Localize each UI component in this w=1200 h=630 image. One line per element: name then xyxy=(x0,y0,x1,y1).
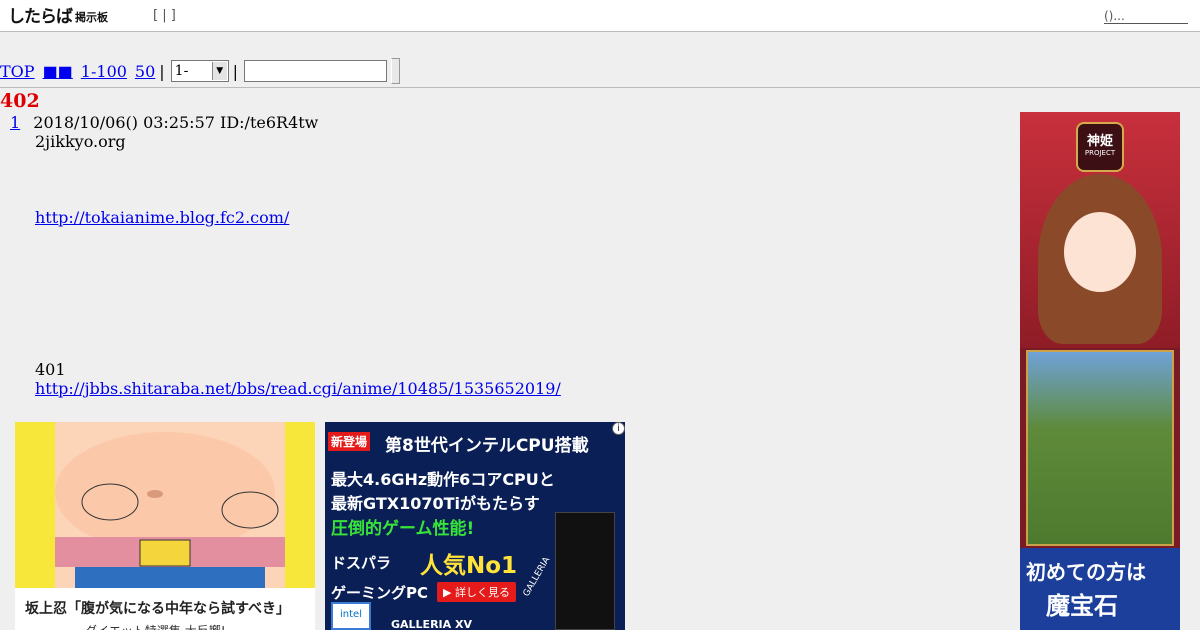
pc-ad-banner[interactable]: i 新登場 第8世代インテルCPU搭載 最大4.6GHz動作6コアCPUと 最新… xyxy=(325,422,625,630)
ad-line: ドスパラ xyxy=(331,554,392,572)
ad-highlight: 人気No1 xyxy=(420,553,518,579)
nav-separator: | xyxy=(232,61,239,81)
header-right-link[interactable]: ()... xyxy=(1104,9,1188,24)
nav-separator: | xyxy=(159,61,165,81)
ad-line: 圧倒的ゲーム性能! xyxy=(331,519,475,539)
post-meta: 2018/10/06() 03:25:57 ID:/te6R4tw xyxy=(33,113,319,132)
ad-line: ゲーミングPC xyxy=(331,584,429,602)
ad-model: GALLERIA XV xyxy=(391,618,472,630)
info-icon[interactable]: i xyxy=(612,422,625,435)
ad-line: 最新GTX1070Tiがもたらす xyxy=(331,494,540,513)
pc-brand-label: GALLERIA xyxy=(521,555,553,599)
ad-more-button[interactable]: ▶ 詳しく見る xyxy=(437,582,516,602)
post-link: http://jbbs.shitaraba.net/bbs/read.cgi/a… xyxy=(35,379,561,398)
post-link: http://tokaianime.blog.fc2.com/ xyxy=(35,208,289,227)
chevron-down-icon: ▼ xyxy=(211,62,227,80)
thread-title: 402 xyxy=(0,90,40,112)
intel-logo: intel xyxy=(331,602,371,630)
side-ad-text: 魔宝石 xyxy=(1046,592,1118,620)
go-button[interactable] xyxy=(391,58,401,84)
ad-caption-sub: ダイエット特選集 大反響! xyxy=(85,622,226,630)
logo-sub-text: 掲示板 xyxy=(75,11,108,24)
ad-headline: 第8世代インテルCPU搭載 xyxy=(385,436,589,456)
post-link-anchor[interactable]: http://jbbs.shitaraba.net/bbs/read.cgi/a… xyxy=(35,379,561,398)
nav-squares-link[interactable]: ■■ xyxy=(43,62,73,81)
ad-line: 最大4.6GHz動作6コアCPUと xyxy=(331,470,555,489)
post-link-anchor[interactable]: http://tokaianime.blog.fc2.com/ xyxy=(35,208,289,227)
diet-ad-banner[interactable]: 坂上忍「腹が気になる中年なら試すべき」 ダイエット特選集 大反響! xyxy=(15,422,315,630)
side-game-ad[interactable]: 神姫 PROJECT 初めての方は 魔宝石 xyxy=(1020,112,1180,630)
post-number-link[interactable]: 1 xyxy=(10,113,20,132)
post-text-line: 2jikkyo.org xyxy=(35,132,126,151)
ad-belly-illustration xyxy=(55,422,285,588)
game-screenshot xyxy=(1026,350,1174,546)
pc-tower-image xyxy=(555,512,615,630)
ad-caption: 坂上忍「腹が気になる中年なら試すべき」 xyxy=(25,601,291,617)
nav-range-link[interactable]: 1-100 xyxy=(81,62,127,81)
range-select-value: 1- xyxy=(174,63,189,79)
site-logo[interactable]: したらば 掲示板 xyxy=(8,5,108,27)
post-header: 1 2018/10/06() 03:25:57 ID:/te6R4tw xyxy=(10,113,318,132)
character-face xyxy=(1064,212,1136,292)
game-logo: 神姫 PROJECT xyxy=(1076,122,1124,172)
header-brackets: [ | ] xyxy=(153,8,176,23)
game-logo-text: 神姫 xyxy=(1086,134,1113,149)
post-text-line: 401 xyxy=(35,360,66,379)
range-select[interactable]: 1- ▼ xyxy=(170,60,229,82)
game-logo-sub: PROJECT xyxy=(1084,149,1116,157)
divider xyxy=(0,87,1200,88)
nav-top-link[interactable]: TOP xyxy=(0,62,35,81)
logo-main-text: したらば xyxy=(8,7,73,27)
post-number-input[interactable] xyxy=(244,60,388,82)
top-bar: したらば 掲示板 [ | ] ()... xyxy=(0,0,1200,32)
ad-new-tag: 新登場 xyxy=(328,432,371,451)
nav-last-link[interactable]: 50 xyxy=(135,62,155,81)
side-ad-text: 初めての方は xyxy=(1026,560,1146,584)
thread-nav: TOP ■■ 1-100 50 | 1- ▼ | xyxy=(0,58,401,84)
